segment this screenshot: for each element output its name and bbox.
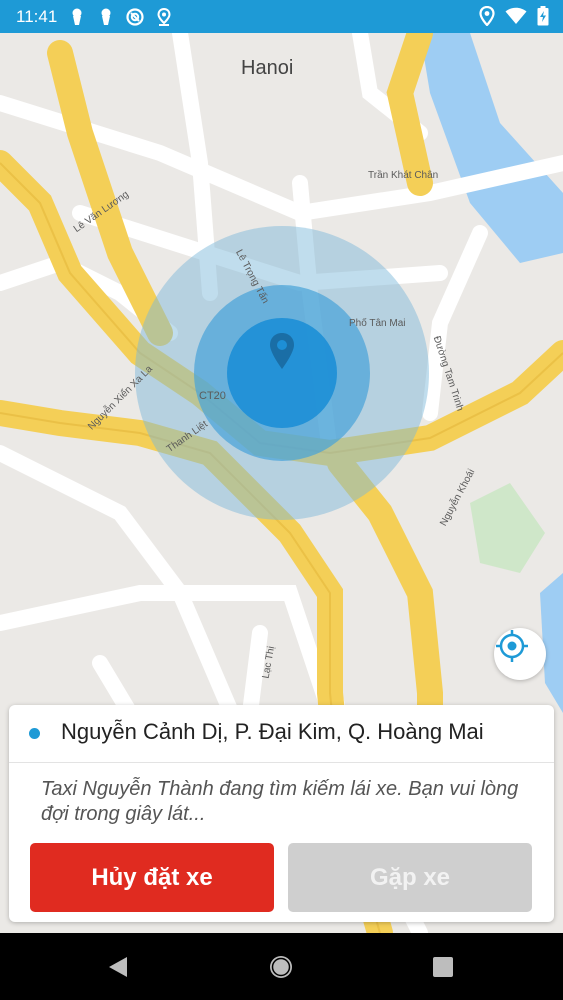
- battery-charging-icon: [537, 6, 549, 30]
- pickup-dot-icon: [29, 728, 40, 739]
- status-right: [479, 5, 549, 30]
- map-label: CT20: [199, 390, 226, 402]
- location-icon: [154, 7, 174, 27]
- wifi-icon: [505, 7, 527, 29]
- city-label: Hanoi: [241, 57, 294, 79]
- home-icon[interactable]: [267, 953, 295, 981]
- keyhole-icon: [96, 7, 116, 27]
- navigation-bar: [0, 933, 563, 1000]
- keyhole-icon: [67, 7, 87, 27]
- meet-driver-button[interactable]: Gặp xe: [288, 843, 532, 912]
- pickup-address-row[interactable]: Nguyễn Cảnh Dị, P. Đại Kim, Q. Hoàng Mai: [9, 705, 554, 763]
- vpn-icon: [125, 7, 145, 27]
- status-time: 11:41: [16, 6, 58, 26]
- status-bar: 11:41: [0, 0, 563, 33]
- location-icon: [479, 5, 495, 30]
- back-icon[interactable]: [104, 953, 132, 981]
- my-location-button[interactable]: [494, 628, 546, 680]
- cancel-booking-button[interactable]: Hủy đặt xe: [30, 843, 274, 912]
- booking-card: Nguyễn Cảnh Dị, P. Đại Kim, Q. Hoàng Mai…: [9, 705, 554, 922]
- pickup-address: Nguyễn Cảnh Dị, P. Đại Kim, Q. Hoàng Mai: [61, 719, 484, 744]
- map-label: Phố Tân Mai: [349, 318, 406, 329]
- status-message: Taxi Nguyễn Thành đang tìm kiếm lái xe. …: [41, 778, 519, 825]
- crosshair-icon: [496, 630, 528, 662]
- recents-icon[interactable]: [429, 953, 457, 981]
- map-label: Trần Khát Chân: [368, 170, 439, 181]
